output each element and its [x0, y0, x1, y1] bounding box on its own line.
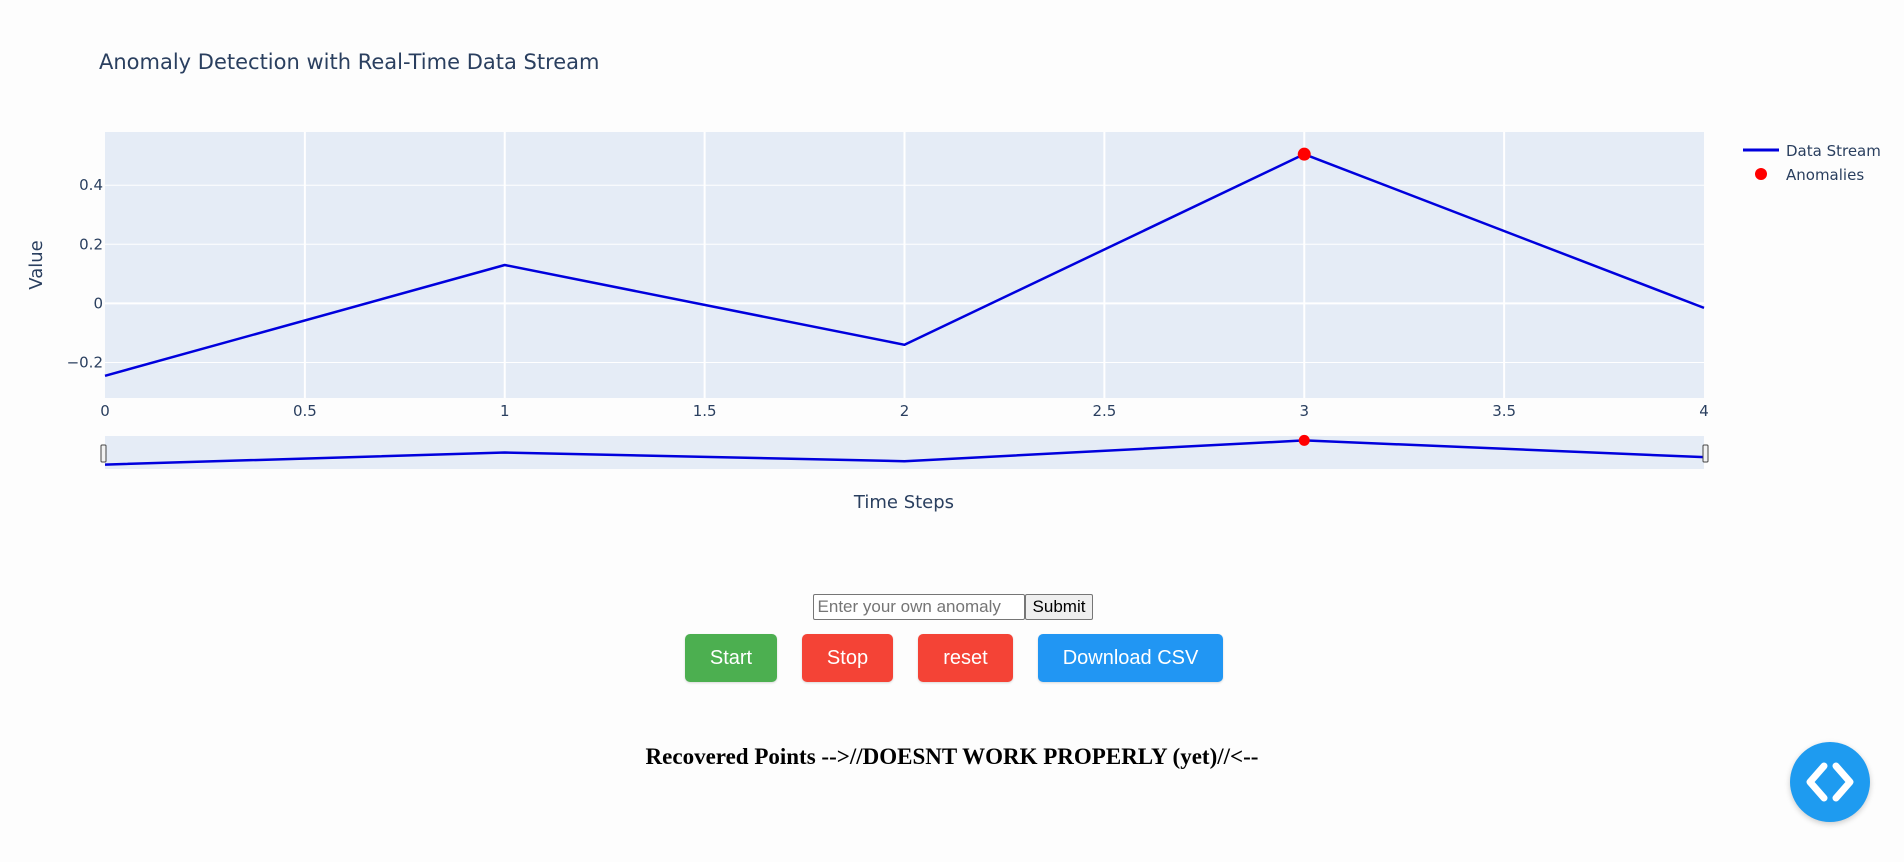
y-tick-labels: −0.2 0 0.2 0.4 [67, 176, 103, 371]
reset-button[interactable]: reset [918, 634, 1013, 682]
legend-item-data-stream[interactable]: Data Stream [1743, 142, 1881, 160]
anomaly-input[interactable] [812, 594, 1025, 620]
x-tick-label: 1 [500, 402, 510, 420]
range-slider-left-handle[interactable] [100, 444, 107, 463]
legend-label-anomalies: Anomalies [1786, 166, 1864, 184]
anomaly-chart[interactable]: Anomaly Detection with Real-Time Data St… [0, 0, 1904, 540]
code-brackets-icon [1806, 762, 1854, 802]
code-fab-button[interactable] [1790, 742, 1870, 822]
y-tick-label: 0.2 [79, 235, 103, 253]
x-tick-label: 0 [100, 402, 110, 420]
x-tick-label: 2.5 [1092, 402, 1116, 420]
y-tick-label: 0 [93, 294, 103, 312]
legend: Data Stream Anomalies [1743, 142, 1881, 184]
x-tick-label: 4 [1699, 402, 1709, 420]
x-tick-label: 3.5 [1492, 402, 1516, 420]
y-tick-label: −0.2 [67, 354, 103, 372]
range-slider-right-handle[interactable] [1702, 444, 1709, 463]
range-slider-anomaly-marker [1298, 434, 1310, 446]
legend-label-data-stream: Data Stream [1786, 142, 1881, 160]
x-axis-title: Time Steps [853, 492, 954, 513]
x-tick-label: 3 [1299, 402, 1309, 420]
action-buttons: Start Stop reset Download CSV [0, 634, 1904, 682]
start-button[interactable]: Start [685, 634, 777, 682]
anomaly-marker[interactable] [1297, 147, 1311, 161]
page: Anomaly Detection with Real-Time Data St… [0, 0, 1904, 862]
y-tick-label: 0.4 [79, 176, 103, 194]
stop-button[interactable]: Stop [802, 634, 893, 682]
x-tick-label: 0.5 [293, 402, 317, 420]
range-slider[interactable] [105, 436, 1704, 469]
x-tick-label: 2 [900, 402, 910, 420]
y-axis-title: Value [26, 240, 47, 289]
download-csv-button[interactable]: Download CSV [1038, 634, 1223, 682]
recovered-points-heading: Recovered Points -->//DOESNT WORK PROPER… [645, 744, 1259, 769]
x-tick-label: 1.5 [693, 402, 717, 420]
anomaly-form: Submit [812, 594, 1094, 620]
chart-title: Anomaly Detection with Real-Time Data St… [99, 50, 600, 74]
legend-item-anomalies[interactable]: Anomalies [1755, 166, 1864, 184]
submit-button[interactable]: Submit [1024, 594, 1094, 620]
anomaly-controls: Submit [0, 594, 1904, 620]
x-tick-labels: 0 0.5 1 1.5 2 2.5 3 3.5 4 [100, 402, 1709, 420]
legend-marker-swatch [1755, 168, 1767, 180]
